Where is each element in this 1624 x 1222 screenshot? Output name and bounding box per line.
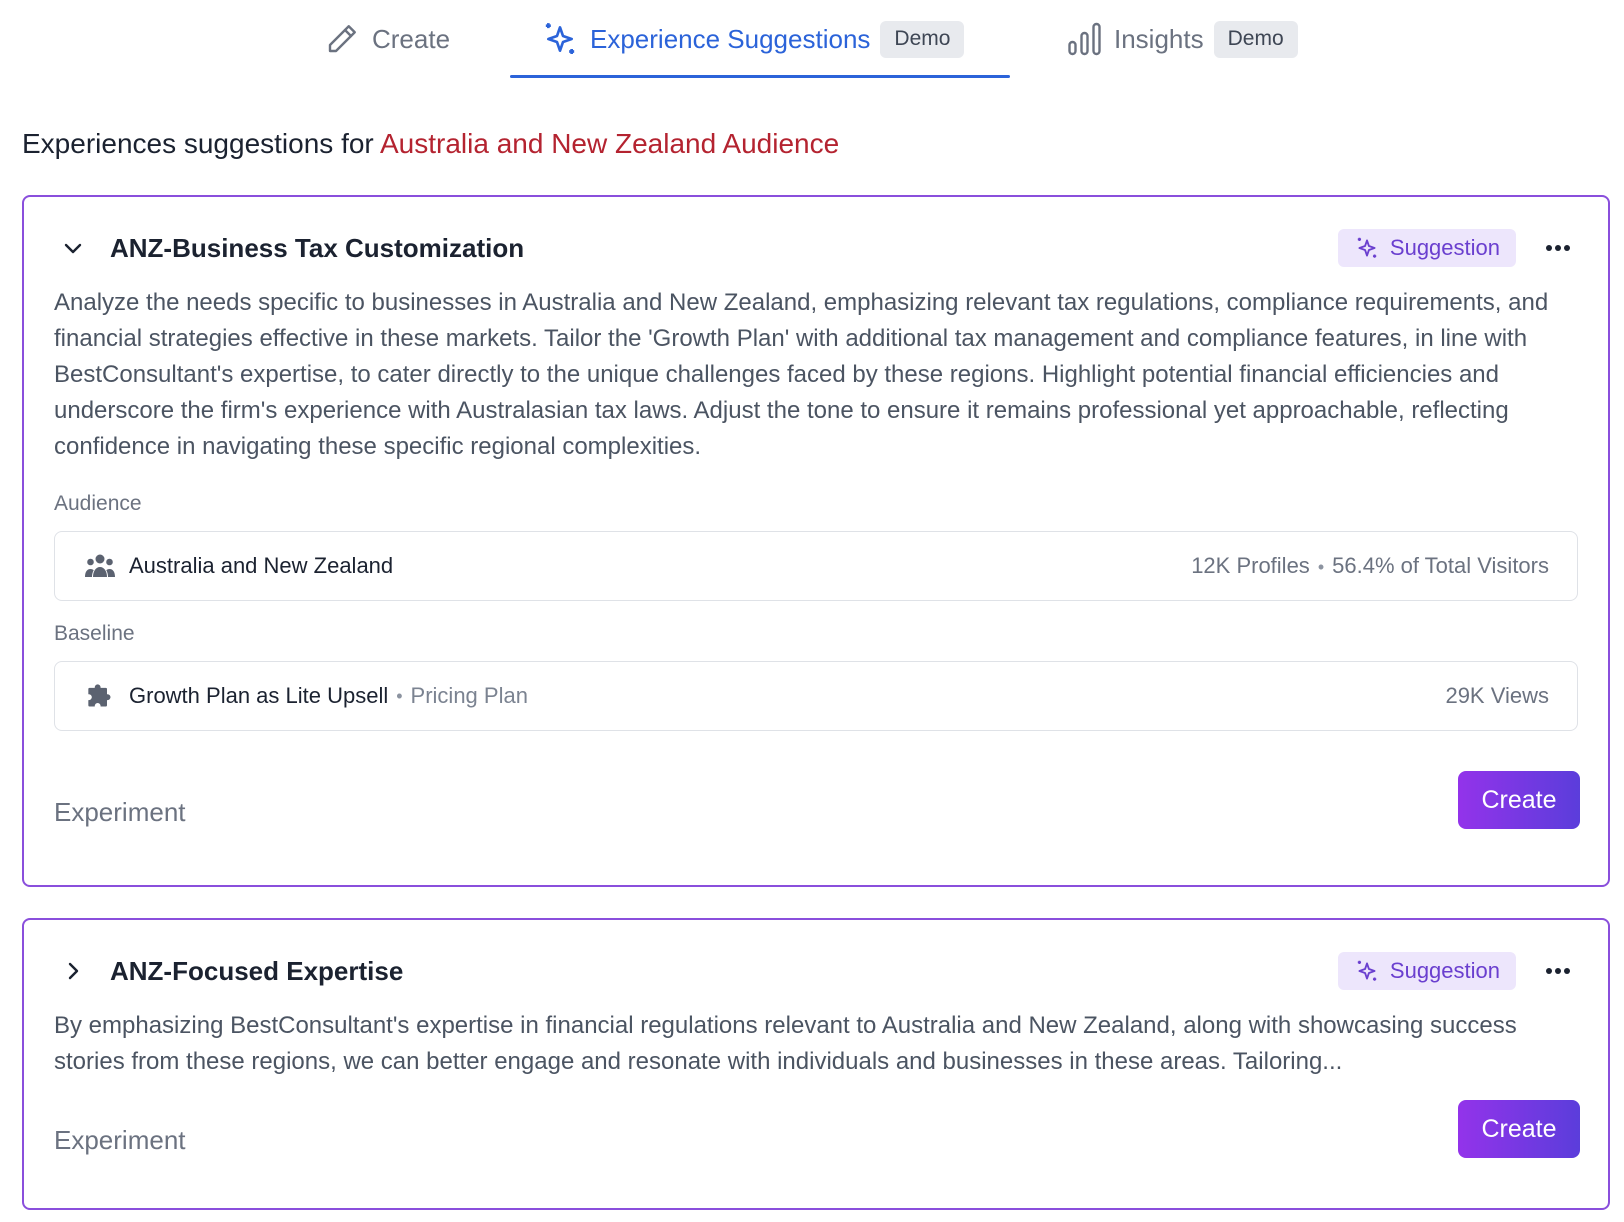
- card-description: Analyze the needs specific to businesses…: [54, 289, 1549, 460]
- card-type-label: Experiment: [54, 797, 186, 827]
- demo-badge: Demo: [880, 20, 965, 58]
- suggestion-badge-label: Suggestion: [1389, 957, 1500, 983]
- sparkles-icon: [540, 19, 580, 59]
- card-title: ANZ-Business Tax Customization: [110, 232, 525, 263]
- audience-profiles: 12K Profiles: [1191, 553, 1310, 578]
- card-header: ANZ-Business Tax Customization Suggestio…: [58, 227, 1578, 269]
- card-header: ANZ-Focused Expertise Suggestion: [58, 950, 1578, 992]
- tab-bar: Create Experience Suggestions Demo Insig…: [0, 0, 1624, 80]
- audience-share: 56.4% of Total Visitors: [1332, 553, 1549, 578]
- tab-create-label: Create: [372, 23, 451, 54]
- suggestion-badge-label: Suggestion: [1389, 234, 1500, 260]
- active-tab-indicator: [510, 75, 1010, 78]
- bar-chart-icon: [1066, 21, 1106, 57]
- suggestion-badge: Suggestion: [1337, 952, 1516, 990]
- tab-create[interactable]: Create: [324, 0, 450, 78]
- create-button[interactable]: Create: [1458, 771, 1580, 829]
- demo-badge: Demo: [1213, 20, 1298, 58]
- baseline-views: 29K Views: [1445, 683, 1549, 708]
- suggestion-badge: Suggestion: [1337, 229, 1516, 267]
- audience-stats: 12K Profiles • 56.4% of Total Visitors: [1191, 553, 1549, 579]
- suggestion-card: ANZ-Focused Expertise Suggestion By emph…: [22, 918, 1610, 1210]
- card-description: By emphasizing BestConsultant's expertis…: [54, 1012, 1517, 1075]
- baseline-field[interactable]: Growth Plan as Lite Upsell • Pricing Pla…: [54, 661, 1578, 731]
- puzzle-icon: [83, 682, 117, 710]
- more-options-icon[interactable]: [1538, 230, 1578, 266]
- baseline-type: Pricing Plan: [410, 683, 528, 708]
- page-title: Experiences suggestions for Australia an…: [22, 128, 839, 160]
- card-title: ANZ-Focused Expertise: [110, 955, 404, 986]
- tab-insights[interactable]: Insights Demo: [1066, 0, 1298, 78]
- tab-insights-label: Insights: [1114, 23, 1204, 54]
- separator-dot: •: [1317, 557, 1325, 577]
- more-options-icon[interactable]: [1538, 953, 1578, 989]
- card-type-label: Experiment: [54, 1125, 186, 1155]
- suggestion-card: ANZ-Business Tax Customization Suggestio…: [22, 195, 1610, 887]
- tab-experience-suggestions-label: Experience Suggestions: [590, 23, 871, 54]
- create-button[interactable]: Create: [1458, 1100, 1580, 1158]
- baseline-name: Growth Plan as Lite Upsell: [129, 683, 389, 708]
- users-icon: [83, 553, 117, 579]
- sparkles-icon: [1354, 235, 1380, 261]
- chevron-right-icon[interactable]: [58, 956, 88, 986]
- baseline-label: Baseline: [54, 622, 135, 645]
- tab-experience-suggestions[interactable]: Experience Suggestions Demo: [510, 0, 1010, 78]
- audience-label: Audience: [54, 492, 142, 515]
- sparkles-icon: [1354, 958, 1380, 984]
- separator-dot: •: [396, 685, 403, 706]
- pencil-icon: [324, 21, 360, 57]
- chevron-down-icon[interactable]: [58, 233, 88, 263]
- audience-field[interactable]: Australia and New Zealand 12K Profiles • 5…: [54, 531, 1578, 601]
- page-title-prefix: Experiences suggestions for: [22, 128, 374, 159]
- audience-highlight: Australia and New Zealand Audience: [379, 128, 840, 159]
- audience-name: Australia and New Zealand: [129, 553, 394, 578]
